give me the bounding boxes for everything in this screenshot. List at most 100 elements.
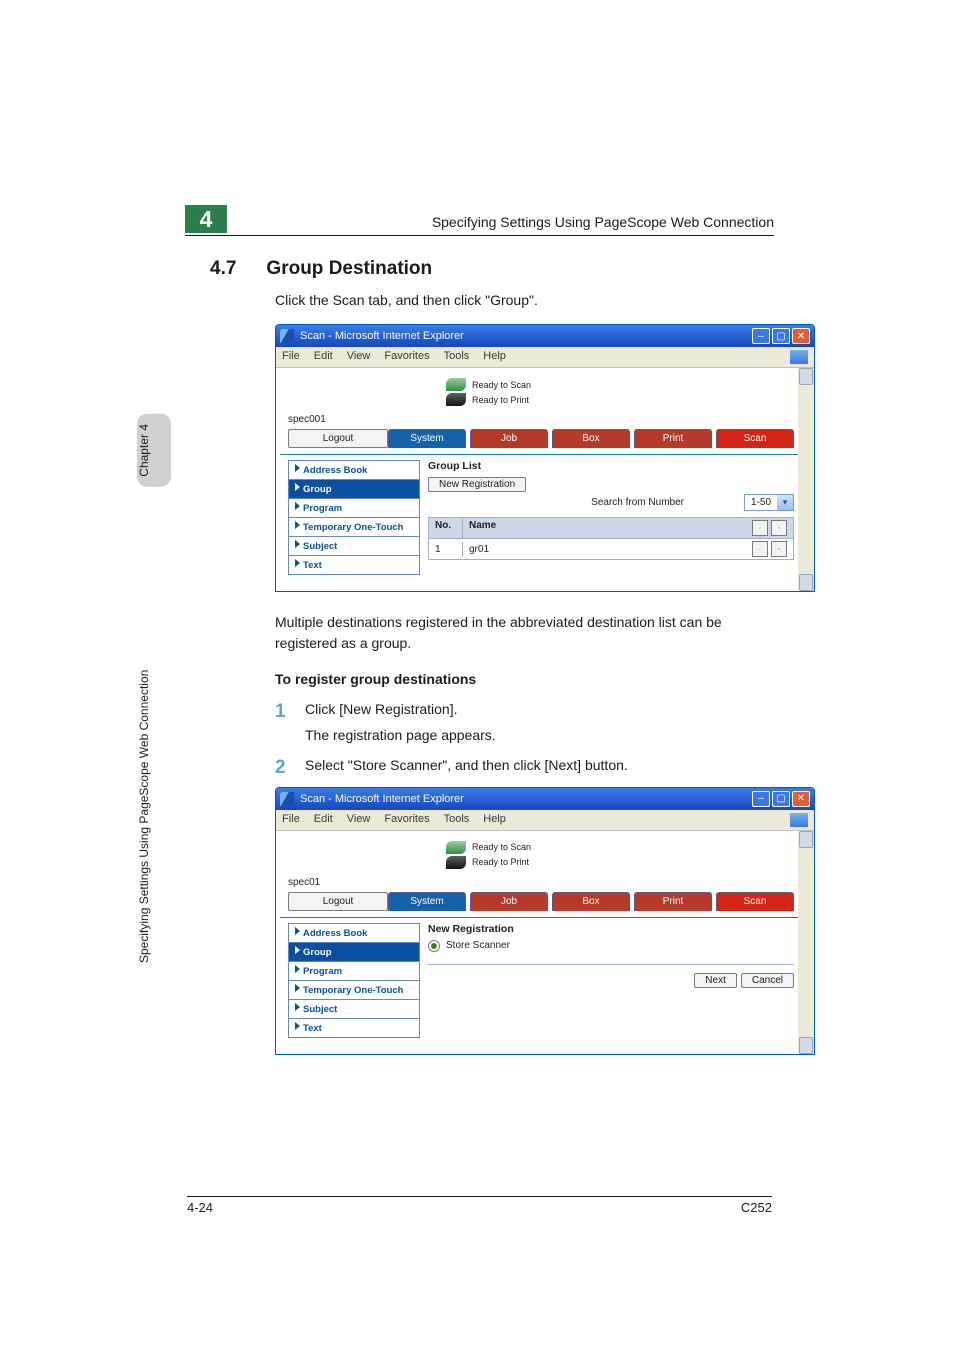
step1b-text: The registration page appears. (305, 727, 496, 743)
browser-menubar[interactable]: File Edit View Favorites Tools Help (276, 347, 814, 368)
tab-print[interactable]: Print (634, 892, 712, 911)
ie-throbber-icon (790, 813, 808, 827)
delete-icon[interactable] (771, 520, 787, 536)
device-name: spec01 (288, 877, 794, 888)
ie-throbber-icon (790, 350, 808, 364)
section-intro: Click the Scan tab, and then click "Grou… (275, 290, 774, 310)
menu-favorites[interactable]: Favorites (384, 350, 429, 364)
vertical-scrollbar[interactable] (798, 368, 814, 591)
edit-icon[interactable] (752, 541, 768, 557)
menu-view[interactable]: View (347, 813, 371, 827)
nav-group[interactable]: Group (288, 942, 420, 961)
ie-icon (280, 329, 294, 343)
subheading-register-group: To register group destinations (275, 671, 774, 687)
menu-favorites[interactable]: Favorites (384, 813, 429, 827)
menu-file[interactable]: File (282, 350, 300, 364)
menu-edit[interactable]: Edit (314, 350, 333, 364)
nav-subject[interactable]: Subject (288, 999, 420, 1018)
nav-program[interactable]: Program (288, 498, 420, 517)
menu-edit[interactable]: Edit (314, 813, 333, 827)
screenshot-group-list: Scan - Microsoft Internet Explorer – ▢ ✕… (275, 324, 815, 592)
nav-group[interactable]: Group (288, 479, 420, 498)
window-minimize-button[interactable]: – (752, 328, 770, 344)
model-number: C252 (741, 1200, 772, 1215)
next-button[interactable]: Next (694, 973, 737, 988)
range-value: 1-50 (745, 497, 777, 508)
menu-tools[interactable]: Tools (444, 350, 470, 364)
footer-rule (187, 1196, 772, 1197)
left-nav: Address Book Group Program Temporary One… (288, 460, 420, 575)
table-row: 1 gr01 (428, 539, 794, 560)
ready-to-print: Ready to Print (472, 857, 529, 867)
col-header-no: No. (429, 518, 463, 538)
printer-status-icon (446, 856, 466, 869)
left-nav: Address Book Group Program Temporary One… (288, 923, 420, 1038)
tab-job[interactable]: Job (470, 429, 548, 448)
side-section-title: Specifying Settings Using PageScope Web … (137, 554, 171, 1079)
logout-button[interactable]: Logout (288, 429, 388, 448)
ready-to-scan: Ready to Scan (472, 842, 531, 852)
row-name: gr01 (463, 542, 743, 557)
search-from-number-label: Search from Number (591, 497, 684, 508)
menu-help[interactable]: Help (483, 350, 506, 364)
menu-tools[interactable]: Tools (444, 813, 470, 827)
tab-box[interactable]: Box (552, 892, 630, 911)
tab-scan[interactable]: Scan (716, 429, 794, 448)
section-para2: Multiple destinations registered in the … (275, 612, 774, 653)
ie-icon (280, 792, 294, 806)
nav-temporary-one-touch[interactable]: Temporary One-Touch (288, 980, 420, 999)
screenshot-new-registration: Scan - Microsoft Internet Explorer – ▢ ✕… (275, 787, 815, 1055)
window-close-button[interactable]: ✕ (792, 328, 810, 344)
step-number-1: 1 (275, 701, 305, 723)
nav-program[interactable]: Program (288, 961, 420, 980)
chapter-badge: 4 (185, 205, 227, 233)
window-title: Scan - Microsoft Internet Explorer (300, 330, 464, 342)
nav-temporary-one-touch[interactable]: Temporary One-Touch (288, 517, 420, 536)
chevron-down-icon: ▾ (777, 495, 793, 510)
page-number: 4-24 (187, 1200, 213, 1215)
ready-to-scan: Ready to Scan (472, 380, 531, 390)
store-scanner-radio[interactable] (428, 940, 440, 952)
section-number: 4.7 (210, 258, 236, 280)
range-select[interactable]: 1-50 ▾ (744, 494, 794, 511)
side-chapter-tab: Chapter 4 (137, 414, 171, 487)
delete-icon[interactable] (771, 541, 787, 557)
col-header-name: Name (463, 518, 743, 538)
window-maximize-button[interactable]: ▢ (772, 791, 790, 807)
cancel-button[interactable]: Cancel (741, 973, 794, 988)
scanner-status-icon (446, 378, 466, 391)
menu-view[interactable]: View (347, 350, 371, 364)
nav-address-book[interactable]: Address Book (288, 460, 420, 479)
ready-to-print: Ready to Print (472, 395, 529, 405)
step1-text: Click [New Registration]. (305, 701, 496, 717)
window-title: Scan - Microsoft Internet Explorer (300, 793, 464, 805)
logout-button[interactable]: Logout (288, 892, 388, 911)
window-minimize-button[interactable]: – (752, 791, 770, 807)
step-number-2: 2 (275, 757, 305, 779)
window-maximize-button[interactable]: ▢ (772, 328, 790, 344)
device-name: spec001 (288, 414, 794, 425)
tab-system[interactable]: System (388, 429, 466, 448)
vertical-scrollbar[interactable] (798, 831, 814, 1054)
new-registration-button[interactable]: New Registration (428, 477, 526, 492)
store-scanner-label: Store Scanner (446, 940, 510, 951)
nav-text[interactable]: Text (288, 555, 420, 575)
step2-text: Select "Store Scanner", and then click [… (305, 757, 628, 773)
tab-box[interactable]: Box (552, 429, 630, 448)
window-close-button[interactable]: ✕ (792, 791, 810, 807)
tab-scan[interactable]: Scan (716, 892, 794, 911)
edit-icon[interactable] (752, 520, 768, 536)
nav-subject[interactable]: Subject (288, 536, 420, 555)
section-title: Group Destination (266, 258, 432, 280)
tab-print[interactable]: Print (634, 429, 712, 448)
browser-menubar[interactable]: File Edit View Favorites Tools Help (276, 810, 814, 831)
tab-system[interactable]: System (388, 892, 466, 911)
running-header: Specifying Settings Using PageScope Web … (432, 214, 774, 230)
nav-address-book[interactable]: Address Book (288, 923, 420, 942)
menu-help[interactable]: Help (483, 813, 506, 827)
menu-file[interactable]: File (282, 813, 300, 827)
nav-text[interactable]: Text (288, 1018, 420, 1038)
tab-job[interactable]: Job (470, 892, 548, 911)
pane-title-new-registration: New Registration (428, 923, 794, 935)
pane-title-group-list: Group List (428, 460, 794, 472)
